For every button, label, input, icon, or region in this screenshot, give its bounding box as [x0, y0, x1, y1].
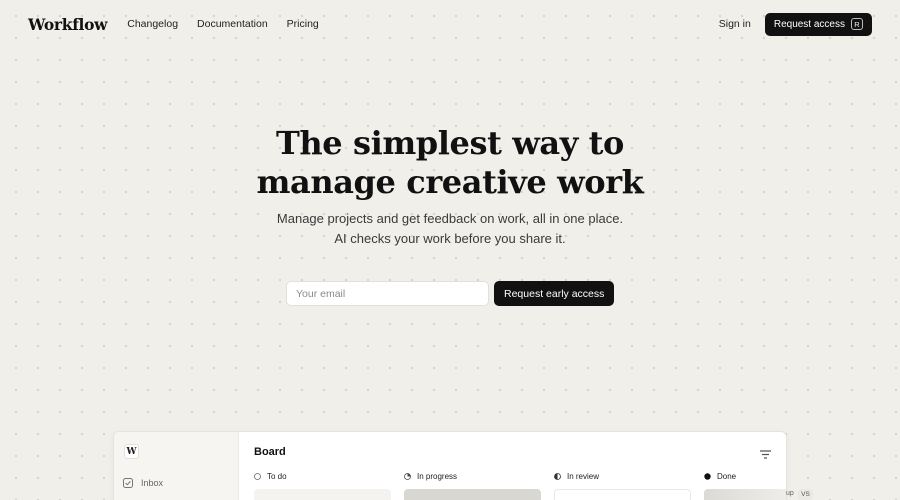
- request-access-label: Request access: [773, 18, 845, 30]
- request-early-access-button[interactable]: Request early access: [494, 281, 615, 306]
- signup-form: Request early access: [286, 281, 615, 306]
- column-todo[interactable]: To do: [254, 472, 287, 481]
- column-label: Done: [717, 472, 737, 481]
- task-card[interactable]: [554, 489, 691, 500]
- column-label: To do: [267, 472, 287, 481]
- preview-board: Board To do In progress In review Done: [239, 432, 786, 500]
- task-card[interactable]: [704, 489, 786, 500]
- preview-sidebar: W Inbox: [114, 432, 239, 500]
- filled-circle-icon: [704, 473, 711, 480]
- column-in-review[interactable]: In review: [554, 472, 599, 481]
- nav-link-pricing[interactable]: Pricing: [287, 18, 319, 30]
- board-title: Board: [254, 446, 286, 458]
- column-done[interactable]: Done: [704, 472, 736, 481]
- column-in-progress[interactable]: In progress: [404, 472, 457, 481]
- inbox-icon: [123, 478, 133, 488]
- column-label: In review: [567, 472, 600, 481]
- column-label: In progress: [417, 472, 458, 481]
- app-preview: W Inbox Board To do In progress In revie…: [113, 431, 787, 500]
- keyboard-shortcut-badge: R: [851, 18, 863, 30]
- hero-subtitle: Manage projects and get feedback on work…: [0, 209, 900, 249]
- nav-actions: Sign in Request access R: [719, 12, 872, 36]
- sidebar-item-inbox[interactable]: Inbox: [123, 478, 163, 488]
- hero-title-line-1: The simplest way to: [276, 124, 624, 162]
- hero-subtitle-line-2: AI checks your work before you share it.: [334, 231, 566, 246]
- quarter-circle-icon: [404, 473, 411, 480]
- empty-circle-icon: [254, 473, 261, 480]
- sidebar-item-label: Inbox: [141, 478, 164, 488]
- hero-title-line-2: manage creative work: [256, 163, 644, 201]
- preview-workspace-logo[interactable]: W: [124, 444, 139, 459]
- top-nav: Workflow Changelog Documentation Pricing…: [0, 0, 900, 48]
- request-access-button[interactable]: Request access R: [764, 12, 872, 36]
- nav-link-documentation[interactable]: Documentation: [197, 18, 268, 30]
- hero-title: The simplest way to manage creative work: [0, 124, 900, 202]
- task-card[interactable]: [254, 489, 391, 500]
- filter-icon[interactable]: [760, 446, 771, 464]
- hero-subtitle-line-1: Manage projects and get feedback on work…: [276, 211, 624, 226]
- task-card[interactable]: [404, 489, 541, 500]
- half-circle-icon: [554, 473, 561, 480]
- email-input[interactable]: [286, 281, 489, 306]
- preview-edge-text: up: [786, 490, 794, 497]
- preview-edge-tag: VS: [798, 489, 813, 500]
- nav-link-changelog[interactable]: Changelog: [127, 18, 178, 30]
- brand-logo[interactable]: Workflow: [28, 15, 108, 34]
- sign-in-link[interactable]: Sign in: [719, 18, 751, 30]
